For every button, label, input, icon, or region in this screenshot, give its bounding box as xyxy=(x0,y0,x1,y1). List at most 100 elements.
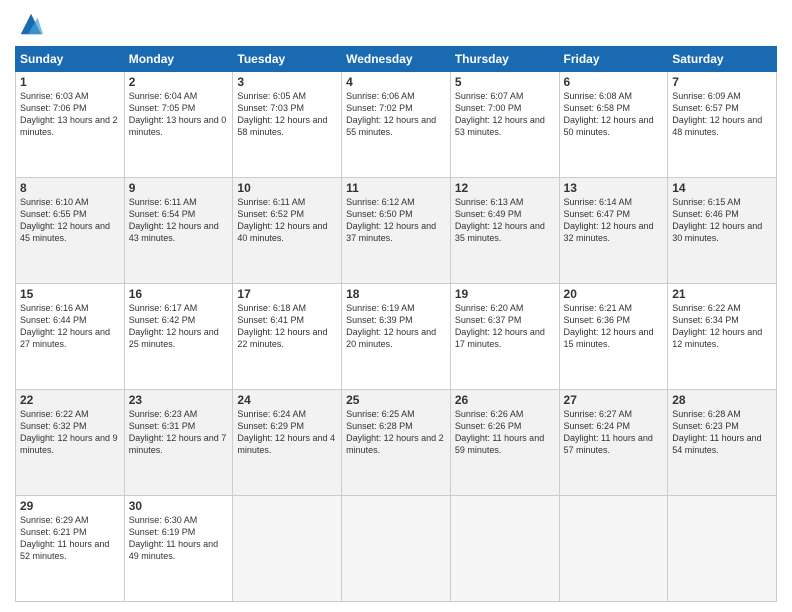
day-cell-20: 20 Sunrise: 6:21 AMSunset: 6:36 PMDayligh… xyxy=(559,284,668,390)
day-number: 2 xyxy=(129,75,229,89)
day-cell-21: 21 Sunrise: 6:22 AMSunset: 6:34 PMDayligh… xyxy=(668,284,777,390)
day-number: 25 xyxy=(346,393,446,407)
day-info: Sunrise: 6:26 AMSunset: 6:26 PMDaylight:… xyxy=(455,409,544,455)
day-info: Sunrise: 6:18 AMSunset: 6:41 PMDaylight:… xyxy=(237,303,327,349)
day-cell-6: 6 Sunrise: 6:08 AMSunset: 6:58 PMDaylight… xyxy=(559,72,668,178)
day-number: 27 xyxy=(564,393,664,407)
day-number: 30 xyxy=(129,499,229,513)
day-cell-7: 7 Sunrise: 6:09 AMSunset: 6:57 PMDaylight… xyxy=(668,72,777,178)
day-info: Sunrise: 6:06 AMSunset: 7:02 PMDaylight:… xyxy=(346,91,436,137)
day-number: 15 xyxy=(20,287,120,301)
day-cell-3: 3 Sunrise: 6:05 AMSunset: 7:03 PMDaylight… xyxy=(233,72,342,178)
day-number: 26 xyxy=(455,393,555,407)
day-number: 23 xyxy=(129,393,229,407)
day-info: Sunrise: 6:24 AMSunset: 6:29 PMDaylight:… xyxy=(237,409,335,455)
day-cell-26: 26 Sunrise: 6:26 AMSunset: 6:26 PMDayligh… xyxy=(450,390,559,496)
day-number: 20 xyxy=(564,287,664,301)
page: SundayMondayTuesdayWednesdayThursdayFrid… xyxy=(0,0,792,612)
calendar-table: SundayMondayTuesdayWednesdayThursdayFrid… xyxy=(15,46,777,602)
calendar-week-1: 1 Sunrise: 6:03 AMSunset: 7:06 PMDaylight… xyxy=(16,72,777,178)
weekday-header-row: SundayMondayTuesdayWednesdayThursdayFrid… xyxy=(16,47,777,72)
day-number: 10 xyxy=(237,181,337,195)
day-cell-29: 29 Sunrise: 6:29 AMSunset: 6:21 PMDayligh… xyxy=(16,496,125,602)
day-info: Sunrise: 6:03 AMSunset: 7:06 PMDaylight:… xyxy=(20,91,118,137)
day-info: Sunrise: 6:20 AMSunset: 6:37 PMDaylight:… xyxy=(455,303,545,349)
day-cell-13: 13Sunrise: 6:14 AMSunset: 6:47 PMDayligh… xyxy=(559,178,668,284)
day-info: Sunrise: 6:30 AMSunset: 6:19 PMDaylight:… xyxy=(129,515,218,561)
day-info: Sunrise: 6:10 AMSunset: 6:55 PMDaylight:… xyxy=(20,197,110,243)
weekday-header-sunday: Sunday xyxy=(16,47,125,72)
weekday-header-thursday: Thursday xyxy=(450,47,559,72)
day-info: Sunrise: 6:08 AMSunset: 6:58 PMDaylight:… xyxy=(564,91,654,137)
empty-cell xyxy=(342,496,451,602)
day-number: 28 xyxy=(672,393,772,407)
day-info: Sunrise: 6:11 AMSunset: 6:52 PMDaylight:… xyxy=(237,197,327,243)
day-number: 12 xyxy=(455,181,555,195)
day-number: 18 xyxy=(346,287,446,301)
weekday-header-friday: Friday xyxy=(559,47,668,72)
day-number: 14 xyxy=(672,181,772,195)
day-number: 21 xyxy=(672,287,772,301)
day-info: Sunrise: 6:27 AMSunset: 6:24 PMDaylight:… xyxy=(564,409,653,455)
day-info: Sunrise: 6:15 AMSunset: 6:46 PMDaylight:… xyxy=(672,197,762,243)
day-cell-5: 5Sunrise: 6:07 AMSunset: 7:00 PMDaylight… xyxy=(450,72,559,178)
calendar-week-4: 22Sunrise: 6:22 AMSunset: 6:32 PMDayligh… xyxy=(16,390,777,496)
day-info: Sunrise: 6:29 AMSunset: 6:21 PMDaylight:… xyxy=(20,515,109,561)
day-cell-27: 27 Sunrise: 6:27 AMSunset: 6:24 PMDayligh… xyxy=(559,390,668,496)
day-number: 24 xyxy=(237,393,337,407)
day-cell-17: 17Sunrise: 6:18 AMSunset: 6:41 PMDayligh… xyxy=(233,284,342,390)
day-info: Sunrise: 6:12 AMSunset: 6:50 PMDaylight:… xyxy=(346,197,436,243)
day-cell-28: 28 Sunrise: 6:28 AMSunset: 6:23 PMDayligh… xyxy=(668,390,777,496)
day-cell-25: 25 Sunrise: 6:25 AMSunset: 6:28 PMDayligh… xyxy=(342,390,451,496)
day-cell-23: 23Sunrise: 6:23 AMSunset: 6:31 PMDayligh… xyxy=(124,390,233,496)
day-number: 8 xyxy=(20,181,120,195)
day-cell-14: 14 Sunrise: 6:15 AMSunset: 6:46 PMDayligh… xyxy=(668,178,777,284)
weekday-header-monday: Monday xyxy=(124,47,233,72)
day-cell-15: 15 Sunrise: 6:16 AMSunset: 6:44 PMDayligh… xyxy=(16,284,125,390)
day-info: Sunrise: 6:25 AMSunset: 6:28 PMDaylight:… xyxy=(346,409,444,455)
day-cell-4: 4 Sunrise: 6:06 AMSunset: 7:02 PMDaylight… xyxy=(342,72,451,178)
day-info: Sunrise: 6:05 AMSunset: 7:03 PMDaylight:… xyxy=(237,91,327,137)
day-number: 22 xyxy=(20,393,120,407)
day-info: Sunrise: 6:04 AMSunset: 7:05 PMDaylight:… xyxy=(129,91,227,137)
day-number: 16 xyxy=(129,287,229,301)
day-cell-22: 22Sunrise: 6:22 AMSunset: 6:32 PMDayligh… xyxy=(16,390,125,496)
day-cell-8: 8 Sunrise: 6:10 AMSunset: 6:55 PMDaylight… xyxy=(16,178,125,284)
weekday-header-tuesday: Tuesday xyxy=(233,47,342,72)
day-number: 19 xyxy=(455,287,555,301)
weekday-header-wednesday: Wednesday xyxy=(342,47,451,72)
day-number: 9 xyxy=(129,181,229,195)
day-cell-9: 9Sunrise: 6:11 AMSunset: 6:54 PMDaylight… xyxy=(124,178,233,284)
day-info: Sunrise: 6:07 AMSunset: 7:00 PMDaylight:… xyxy=(455,91,545,137)
day-number: 6 xyxy=(564,75,664,89)
logo-icon xyxy=(17,10,45,38)
calendar-week-2: 8 Sunrise: 6:10 AMSunset: 6:55 PMDaylight… xyxy=(16,178,777,284)
day-info: Sunrise: 6:22 AMSunset: 6:34 PMDaylight:… xyxy=(672,303,762,349)
calendar-week-3: 15 Sunrise: 6:16 AMSunset: 6:44 PMDayligh… xyxy=(16,284,777,390)
day-info: Sunrise: 6:16 AMSunset: 6:44 PMDaylight:… xyxy=(20,303,110,349)
empty-cell xyxy=(668,496,777,602)
logo xyxy=(15,10,45,38)
day-cell-19: 19 Sunrise: 6:20 AMSunset: 6:37 PMDayligh… xyxy=(450,284,559,390)
day-number: 7 xyxy=(672,75,772,89)
day-cell-2: 2 Sunrise: 6:04 AMSunset: 7:05 PMDaylight… xyxy=(124,72,233,178)
day-info: Sunrise: 6:13 AMSunset: 6:49 PMDaylight:… xyxy=(455,197,545,243)
empty-cell xyxy=(450,496,559,602)
day-info: Sunrise: 6:09 AMSunset: 6:57 PMDaylight:… xyxy=(672,91,762,137)
day-cell-16: 16 Sunrise: 6:17 AMSunset: 6:42 PMDayligh… xyxy=(124,284,233,390)
day-cell-30: 30 Sunrise: 6:30 AMSunset: 6:19 PMDayligh… xyxy=(124,496,233,602)
day-number: 3 xyxy=(237,75,337,89)
empty-cell xyxy=(559,496,668,602)
day-info: Sunrise: 6:28 AMSunset: 6:23 PMDaylight:… xyxy=(672,409,761,455)
day-info: Sunrise: 6:21 AMSunset: 6:36 PMDaylight:… xyxy=(564,303,654,349)
day-number: 4 xyxy=(346,75,446,89)
day-info: Sunrise: 6:17 AMSunset: 6:42 PMDaylight:… xyxy=(129,303,219,349)
day-info: Sunrise: 6:14 AMSunset: 6:47 PMDaylight:… xyxy=(564,197,654,243)
header xyxy=(15,10,777,38)
day-cell-24: 24 Sunrise: 6:24 AMSunset: 6:29 PMDayligh… xyxy=(233,390,342,496)
day-number: 29 xyxy=(20,499,120,513)
day-cell-10: 10 Sunrise: 6:11 AMSunset: 6:52 PMDayligh… xyxy=(233,178,342,284)
day-number: 1 xyxy=(20,75,120,89)
day-cell-18: 18Sunrise: 6:19 AMSunset: 6:39 PMDayligh… xyxy=(342,284,451,390)
day-cell-11: 11Sunrise: 6:12 AMSunset: 6:50 PMDayligh… xyxy=(342,178,451,284)
